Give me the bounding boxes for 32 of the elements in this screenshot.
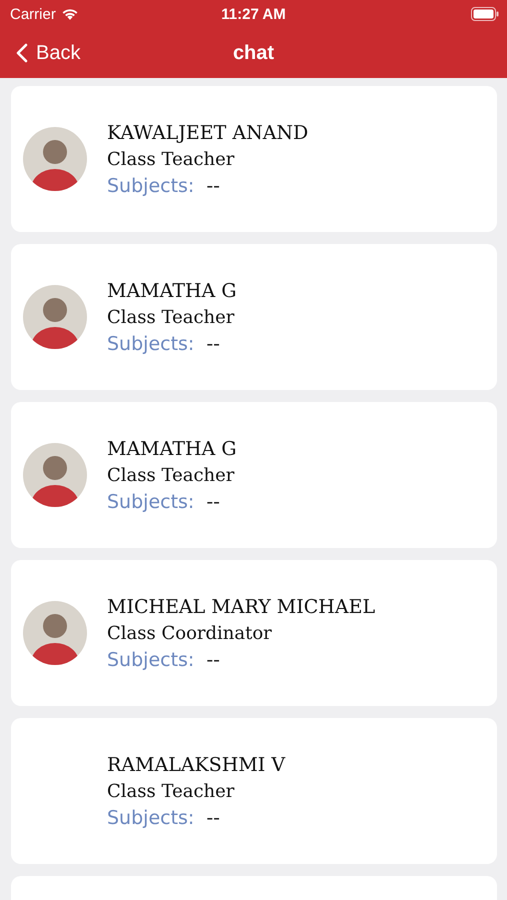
subjects-value: -- <box>206 648 220 670</box>
teacher-role: Class Teacher <box>107 306 236 328</box>
subjects-label: Subjects: <box>107 332 194 354</box>
subjects-label: Subjects: <box>107 648 194 670</box>
teacher-card[interactable]: MAMATHA G Class Teacher Subjects: -- <box>11 244 497 390</box>
carrier-label: Carrier <box>10 6 56 22</box>
subjects-value: -- <box>206 806 220 828</box>
teacher-card[interactable]: RAMALAKSHMI V Class Teacher Subjects: -- <box>11 718 497 864</box>
teacher-card[interactable]: MICHEAL MARY MICHAEL Class Coordinator Subjects: -- <box>11 560 497 706</box>
teacher-role: Class Teacher <box>107 148 236 170</box>
nav-title: chat <box>232 42 276 64</box>
battery-icon <box>471 7 499 21</box>
teacher-role: Class Coordinator <box>107 622 273 644</box>
teacher-name: MAMATHA G <box>107 438 236 460</box>
teacher-name: RAMALAKSHMI V <box>107 754 286 776</box>
subjects-value: -- <box>206 332 220 354</box>
subjects-label: Subjects: <box>107 806 194 828</box>
chevron-left-icon <box>16 43 28 63</box>
teacher-card[interactable]: KAWALJEET ANAND Class Teacher Subjects: -- <box>11 86 497 232</box>
subjects-value: -- <box>206 490 220 512</box>
teacher-role: Class Teacher <box>107 464 236 486</box>
teacher-card[interactable]: MAMATHA G Class Teacher Subjects: -- <box>11 402 497 548</box>
teacher-name: MAMATHA G <box>107 280 236 302</box>
teacher-name: MICHEAL MARY MICHAEL <box>107 596 376 618</box>
teacher-name: KAWALJEET ANAND <box>107 122 308 144</box>
subjects-label: Subjects: <box>107 490 194 512</box>
subjects-label: Subjects: <box>107 174 194 196</box>
status-time: 11:27 AM <box>220 6 287 22</box>
back-button[interactable]: Back <box>0 42 80 64</box>
teacher-role: Class Teacher <box>107 780 236 802</box>
subjects-value: -- <box>206 174 220 196</box>
wifi-icon <box>60 8 79 20</box>
